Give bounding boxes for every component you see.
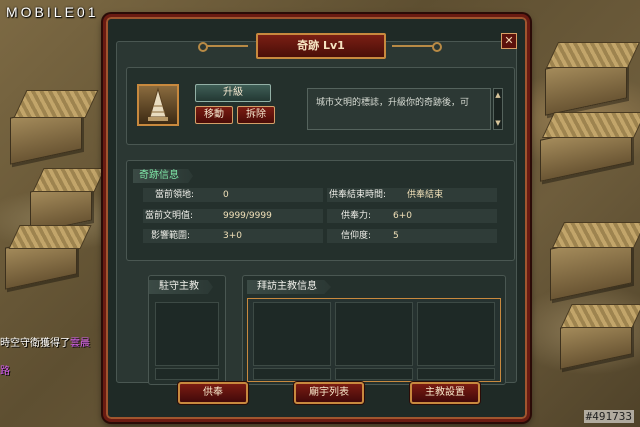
upgrade-button[interactable]: 升級: [195, 84, 271, 102]
visiting-bishop-slot[interactable]: [335, 302, 413, 366]
title-ornament-right: [392, 42, 442, 52]
visiting-bishop-name-slot: [253, 368, 331, 380]
info-value: 6+0: [393, 211, 412, 221]
wonder-info-heading: 奇跡信息: [133, 169, 193, 183]
scroll-up-icon[interactable]: ▲: [494, 91, 502, 99]
info-row-civilization: 當前文明值: 9999/9999: [143, 209, 323, 223]
scroll-down-icon[interactable]: ▼: [494, 119, 502, 127]
info-label: 供奉力:: [341, 211, 372, 221]
garrison-bishop-slot[interactable]: [155, 302, 219, 366]
info-row-territory: 當前領地: 0: [143, 188, 323, 202]
garrison-bishop-name-slot: [155, 368, 219, 380]
chat-message-text: 時空守衛獲得了: [0, 338, 70, 349]
info-value: 0: [223, 190, 229, 200]
info-label: 供奉結束時間:: [329, 190, 387, 200]
demolish-button[interactable]: 拆除: [237, 106, 275, 124]
wonder-summary-panel: 升級 移動 拆除 城市文明的標誌，升級你的奇跡後，可 ▲ ▼: [126, 67, 515, 145]
pantheon-list-button[interactable]: 廟宇列表: [294, 382, 364, 404]
visiting-bishops-heading: 拜訪主教信息: [247, 280, 331, 294]
bishop-settings-button[interactable]: 主教設置: [410, 382, 480, 404]
worship-button[interactable]: 供奉: [178, 382, 248, 404]
visiting-bishop-slot[interactable]: [253, 302, 331, 366]
info-label: 影響範圍:: [151, 231, 191, 241]
info-row-faith: 信仰度: 5: [327, 229, 497, 243]
info-value: 5: [393, 231, 399, 241]
garrison-bishop-panel: 駐守主教: [148, 275, 226, 385]
info-row-worship-power: 供奉力: 6+0: [327, 209, 497, 223]
close-button[interactable]: ✕: [501, 33, 517, 49]
info-row-range: 影響範圍: 3+0: [143, 229, 323, 243]
info-row-worship-end: 供奉結束時間: 供奉結束: [327, 188, 497, 202]
visiting-bishop-slot[interactable]: [417, 302, 495, 366]
info-value: 9999/9999: [223, 211, 272, 221]
info-value: 供奉結束: [407, 190, 444, 200]
title-ornament-left: [198, 42, 248, 52]
site-logo: MOBILE01: [6, 4, 99, 20]
chat-message: 時空守衛獲得了雲晨: [0, 334, 90, 349]
chat-player-name[interactable]: 雲晨: [70, 338, 90, 349]
visiting-bishop-name-slot: [335, 368, 413, 380]
description-scrollbar[interactable]: ▲ ▼: [493, 88, 503, 130]
visiting-bishops-panel: 拜訪主教信息: [242, 275, 506, 385]
move-button[interactable]: 移動: [195, 106, 233, 124]
visiting-bishop-name-slot: [417, 368, 495, 380]
wonder-description: 城市文明的標誌，升級你的奇跡後，可: [307, 88, 491, 130]
info-label: 信仰度:: [341, 231, 372, 241]
wonder-tower-icon: [137, 84, 179, 126]
info-value: 3+0: [223, 231, 242, 241]
garrison-bishop-heading: 駐守主教: [149, 280, 213, 294]
wonder-dialog: 奇跡 Lv1 ✕ 升級 移動 拆除 城市文明的標誌，升級你的奇跡後，可 ▲ ▼ …: [103, 14, 530, 422]
wonder-info-panel: 奇跡信息 當前領地: 0 當前文明值: 9999/9999 影響範圍: 3+0 …: [126, 160, 515, 261]
dialog-title: 奇跡 Lv1: [256, 33, 386, 59]
info-label: 當前文明值:: [145, 211, 194, 221]
chat-message-fragment: 路: [0, 366, 10, 377]
info-label: 當前領地:: [155, 190, 195, 200]
image-watermark: #491733: [583, 410, 634, 423]
